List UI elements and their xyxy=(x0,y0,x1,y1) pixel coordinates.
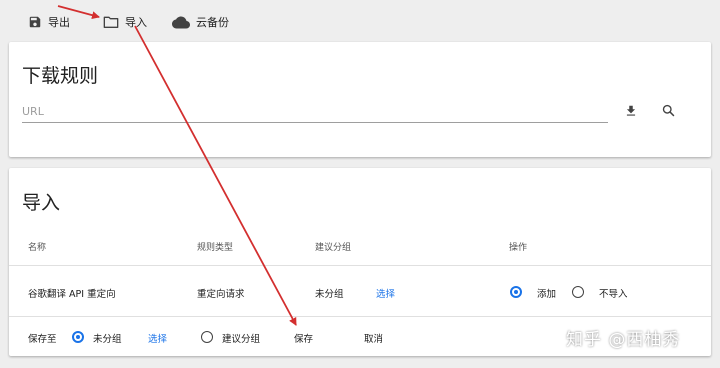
download-rules-title: 下载规则 xyxy=(22,65,99,87)
column-header-group: 建议分组 xyxy=(315,243,352,253)
row-select-link[interactable]: 选择 xyxy=(376,286,395,300)
import-title: 导入 xyxy=(22,192,61,214)
skip-import-radio[interactable] xyxy=(572,286,584,298)
export-label: 导出 xyxy=(48,16,70,29)
import-label: 导入 xyxy=(125,16,147,29)
skip-import-label: 不导入 xyxy=(599,289,628,300)
header-divider xyxy=(9,265,711,266)
row-divider xyxy=(9,316,711,317)
cancel-button[interactable]: 取消 xyxy=(364,331,383,345)
watermark: 知乎 @西柚秀 xyxy=(566,330,681,350)
add-radio-label: 添加 xyxy=(537,289,557,300)
suggested-group: 未分组 xyxy=(315,289,344,300)
save-to-label: 保存至 xyxy=(28,334,57,345)
toolbar: 导出 导入 云备份 xyxy=(0,0,720,42)
download-icon xyxy=(626,105,636,116)
cloud-backup-button[interactable]: 云备份 xyxy=(172,12,229,32)
folder-icon xyxy=(103,16,119,29)
cloud-backup-label: 云备份 xyxy=(196,16,229,29)
search-button[interactable] xyxy=(661,103,676,122)
suggested-group-radio[interactable] xyxy=(201,331,213,343)
rule-type: 重定向请求 xyxy=(197,289,245,300)
column-header-action: 操作 xyxy=(509,243,528,253)
rule-name: 谷歌翻译 API 重定向 xyxy=(28,289,116,300)
add-radio[interactable] xyxy=(510,286,522,298)
url-input[interactable] xyxy=(22,100,608,123)
ungrouped-radio[interactable] xyxy=(72,331,84,343)
import-button[interactable]: 导入 xyxy=(103,12,147,32)
column-header-type: 规则类型 xyxy=(197,243,234,253)
download-button[interactable] xyxy=(624,103,638,122)
column-header-name: 名称 xyxy=(28,243,47,253)
suggested-group-label: 建议分组 xyxy=(222,334,261,345)
download-rules-card: 下载规则 xyxy=(9,42,711,157)
save-button[interactable]: 保存 xyxy=(294,331,313,345)
cloud-icon xyxy=(172,16,190,28)
ungrouped-label: 未分组 xyxy=(93,334,122,345)
footer-select-link[interactable]: 选择 xyxy=(148,331,167,345)
save-icon xyxy=(29,16,41,28)
search-icon xyxy=(662,104,675,117)
export-button[interactable]: 导出 xyxy=(28,12,70,32)
